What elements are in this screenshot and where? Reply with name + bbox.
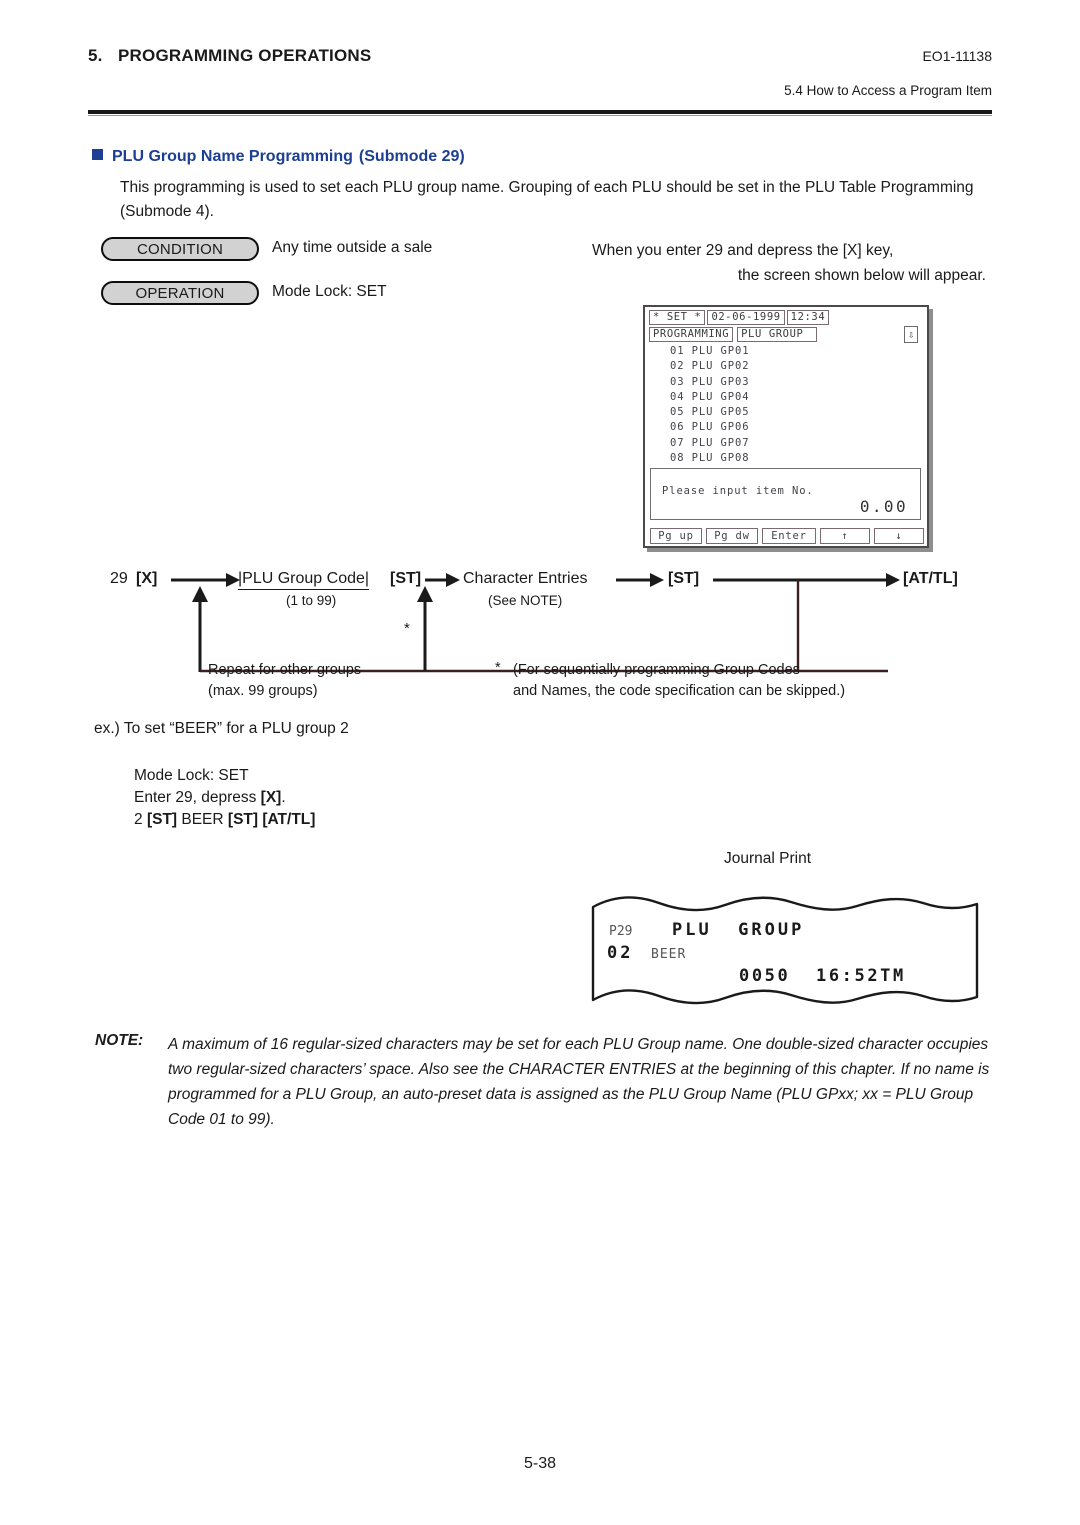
lcd-amount-display: 0.00 bbox=[859, 497, 908, 516]
list-item[interactable]: 01 PLU GP01 bbox=[648, 344, 924, 359]
document-code: EO1-11138 bbox=[922, 48, 992, 64]
example-body: Mode Lock: SET Enter 29, depress [X]. 2 … bbox=[134, 765, 315, 831]
receipt-group-name: BEER bbox=[651, 947, 687, 962]
scroll-down-icon[interactable]: ⇩ bbox=[904, 326, 918, 343]
chapter-number: 5. bbox=[88, 46, 103, 65]
subsection-heading-text: PLU Group Name Programming bbox=[112, 148, 353, 165]
example-line-mode-lock: Mode Lock: SET bbox=[134, 767, 249, 784]
page-title: 5. PROGRAMMING OPERATIONS bbox=[88, 46, 371, 66]
square-bullet-icon bbox=[92, 149, 103, 160]
lcd-mode-indicator: * SET * bbox=[649, 310, 706, 325]
list-item[interactable]: 04 PLU GP04 bbox=[648, 390, 924, 405]
section-reference: 5.4 How to Access a Program Item bbox=[784, 83, 992, 98]
lcd-softkey-bar: Pg up Pg dw Enter ↑ ↓ bbox=[650, 524, 924, 544]
flow-key-st-2: [ST] bbox=[668, 570, 700, 587]
flow-note-right: (For sequentially programming Group Code… bbox=[513, 660, 845, 702]
condition-value: Any time outside a sale bbox=[272, 239, 433, 256]
softkey-page-up[interactable]: Pg up bbox=[650, 528, 702, 544]
flow-note-right-line1: (For sequentially programming Group Code… bbox=[513, 662, 800, 678]
note-body: A maximum of 16 regular-sized characters… bbox=[168, 1036, 990, 1128]
note-label: NOTE: bbox=[95, 1032, 144, 1049]
flow-character-entries: Character Entries bbox=[463, 570, 588, 587]
flow-key-st-1: [ST] bbox=[390, 570, 422, 587]
example-enter-suffix: . bbox=[281, 789, 286, 806]
flow-note-left: Repeat for other groups (max. 99 groups) bbox=[208, 660, 361, 702]
chapter-title-text: PROGRAMMING OPERATIONS bbox=[118, 46, 372, 65]
screen-caption-line1: When you enter 29 and depress the [X] ke… bbox=[592, 242, 894, 259]
flow-note-right-line2: and Names, the code specification can be… bbox=[513, 683, 846, 699]
flow-plu-group-code: |PLU Group Code| bbox=[238, 570, 370, 590]
list-item[interactable]: 05 PLU GP05 bbox=[648, 405, 924, 420]
lcd-time: 12:34 bbox=[786, 310, 830, 325]
list-item[interactable]: 06 PLU GP06 bbox=[648, 420, 924, 435]
lcd-message-panel: Please input item No. 0.00 bbox=[650, 468, 921, 520]
flow-key-x: [X] bbox=[136, 570, 158, 587]
screen-caption: When you enter 29 and depress the [X] ke… bbox=[592, 238, 992, 288]
flow-note-star-marker: * bbox=[495, 660, 501, 676]
receipt-program-code: P29 bbox=[609, 924, 633, 939]
example-line-enter: Enter 29, depress [X]. bbox=[134, 787, 315, 809]
example-title: ex.) To set “BEER” for a PLU group 2 bbox=[94, 720, 349, 737]
softkey-page-down[interactable]: Pg dw bbox=[706, 528, 758, 544]
operation-badge: OPERATION bbox=[101, 281, 259, 305]
page-header: 5. PROGRAMMING OPERATIONS EO1-11138 5.4 H… bbox=[88, 40, 992, 112]
example-word-beer: BEER bbox=[177, 811, 228, 828]
list-item[interactable]: 02 PLU GP02 bbox=[648, 359, 924, 374]
lcd-date: 02-06-1999 bbox=[707, 310, 785, 325]
example-line-keys: 2 [ST] BEER [ST] [AT/TL] bbox=[134, 809, 315, 831]
flow-start-number: 29 bbox=[110, 570, 128, 587]
journal-print-receipt: P29 PLU GROUP 02 BEER 0050 16:52TM bbox=[589, 893, 981, 1011]
receipt-footer: 0050 16:52TM bbox=[739, 966, 906, 986]
intro-paragraph: This programming is used to set each PLU… bbox=[120, 179, 974, 220]
flow-note-left-line1: Repeat for other groups bbox=[208, 662, 362, 678]
receipt-paper-shape bbox=[591, 896, 979, 1005]
journal-print-label: Journal Print bbox=[724, 850, 812, 867]
list-item[interactable]: 07 PLU GP07 bbox=[648, 436, 924, 451]
lcd-title-bar: PROGRAMMING PLU GROUP bbox=[649, 327, 821, 342]
receipt-title: PLU GROUP bbox=[672, 920, 805, 940]
lcd-prompt-text: Please input item No. bbox=[662, 485, 814, 497]
header-divider-shadow bbox=[88, 115, 992, 116]
operation-flow-diagram: 29 [X] |PLU Group Code| [ST] (1 to 99) C… bbox=[88, 560, 1008, 710]
softkey-arrow-down-icon[interactable]: ↓ bbox=[874, 528, 924, 544]
header-divider bbox=[88, 110, 992, 114]
screen-caption-line2: the screen shown below will appear. bbox=[737, 267, 986, 284]
flow-code-range: (1 to 99) bbox=[286, 593, 337, 608]
softkey-enter[interactable]: Enter bbox=[762, 528, 816, 544]
flow-note-left-line2: (max. 99 groups) bbox=[208, 683, 318, 699]
lcd-screen: * SET * 02-06-1999 12:34 PROGRAMMING PLU GR… bbox=[643, 305, 929, 548]
list-item[interactable]: 08 PLU GP08 bbox=[648, 451, 924, 466]
example-key-st-1: [ST] bbox=[146, 811, 178, 828]
example-enter-key: [X] bbox=[260, 789, 282, 806]
subsection-submode: (Submode 29) bbox=[358, 148, 465, 165]
example-key-attl: [AT/TL] bbox=[258, 811, 316, 828]
subsection-heading: PLU Group Name Programming (Submode 29) bbox=[92, 148, 465, 166]
operation-value: Mode Lock: SET bbox=[272, 283, 387, 300]
lcd-status-bar: * SET * 02-06-1999 12:34 bbox=[649, 310, 831, 325]
lcd-title-programming: PROGRAMMING bbox=[649, 327, 734, 342]
flow-character-entries-note: (See NOTE) bbox=[488, 593, 563, 608]
flow-key-attl: [AT/TL] bbox=[903, 570, 958, 587]
example-key-st-2: [ST] bbox=[227, 811, 259, 828]
flow-star-marker: * bbox=[404, 620, 410, 637]
lcd-title-plu-group: PLU GROUP bbox=[737, 327, 818, 342]
example-group-number: 2 bbox=[134, 811, 147, 828]
lcd-group-list[interactable]: 01 PLU GP01 02 PLU GP02 03 PLU GP03 04 P… bbox=[648, 344, 924, 466]
receipt-group-code: 02 bbox=[607, 943, 634, 963]
list-item[interactable]: 03 PLU GP03 bbox=[648, 375, 924, 390]
softkey-arrow-up-icon[interactable]: ↑ bbox=[820, 528, 870, 544]
condition-badge: CONDITION bbox=[101, 237, 259, 261]
example-enter-prefix: Enter 29, depress bbox=[134, 789, 261, 806]
page-number: 5-38 bbox=[523, 1455, 557, 1472]
